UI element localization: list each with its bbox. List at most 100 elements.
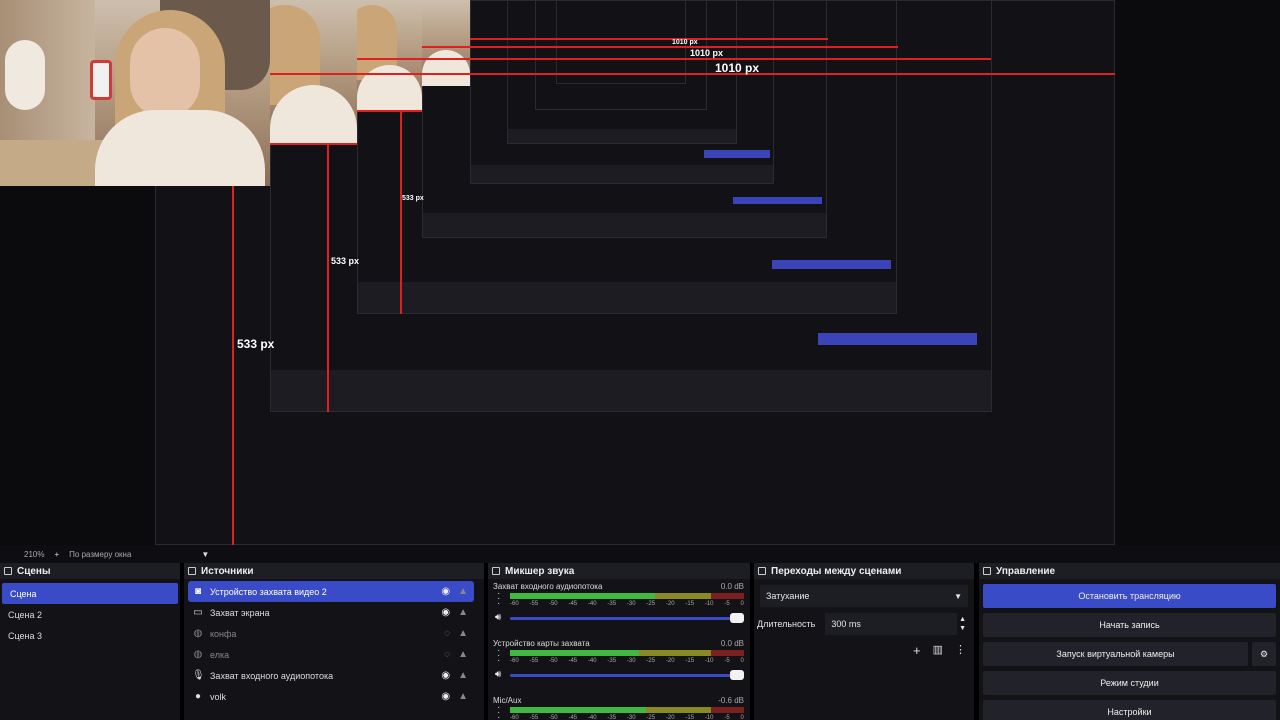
studio-mode-button[interactable]: Режим студии (983, 671, 1276, 695)
meter-tick: -5 (724, 658, 730, 664)
more-menu-icon[interactable]: ⋮ (955, 643, 966, 658)
lock-icon[interactable]: ▲ (458, 670, 468, 681)
lock-icon[interactable]: ▲ (458, 628, 468, 639)
dock-icon (983, 567, 991, 575)
eye-hidden-icon[interactable]: ◌ (444, 649, 450, 660)
transitions-title: Переходы между сценами (771, 565, 902, 577)
meter-tick: -45 (568, 658, 578, 664)
channel-menu-icon[interactable]: · · · (497, 646, 500, 666)
spinner-icon[interactable]: ▲ ▼ (959, 615, 966, 633)
scene-transitions-dock: Переходы между сценами Затухание ▼ Длите… (754, 563, 974, 720)
duration-value: 300 ms (831, 619, 861, 629)
meter-tick: -45 (568, 715, 578, 720)
channel-db: 0.0 dB (720, 639, 744, 648)
volume-slider[interactable] (510, 670, 744, 680)
lock-icon[interactable]: ▲ (458, 607, 468, 618)
meter-tick: -15 (685, 601, 695, 607)
eye-icon[interactable]: ◉ (441, 691, 450, 702)
meter-tick: -20 (665, 658, 675, 664)
nested-window-8 (556, 0, 686, 84)
transition-select[interactable]: Затухание ▼ (760, 585, 968, 607)
start-virtual-camera-button[interactable]: Запуск виртуальной камеры (983, 642, 1248, 666)
channel-menu-icon[interactable]: · · · (497, 703, 500, 720)
controls-title: Управление (996, 565, 1056, 577)
dock-icon (492, 567, 500, 575)
mixer-channel: Устройство карты захвата 0.0 dB · · · -60 -… (488, 636, 750, 693)
meter-tick: 0 (740, 601, 744, 607)
stop-stream-button[interactable]: Остановить трансляцию (983, 584, 1276, 608)
meter-scale: -60 -55 -50 -45 -40 -35 -30 -25 -20 -15 -10 -5 0 (510, 658, 744, 664)
mixer-channel: Mic/Aux -0.6 dB · · · -60 -55 -50 -45 -40 -35 -3… (488, 693, 750, 720)
eye-hidden-icon[interactable]: ◌ (444, 628, 450, 639)
source-item[interactable]: ● volk ◉ ▲ (188, 686, 474, 707)
channel-menu-icon[interactable]: · · · (497, 589, 500, 609)
meter-tick: -20 (665, 601, 675, 607)
meter-tick: -50 (548, 715, 558, 720)
plus-icon[interactable]: + (54, 550, 59, 559)
channel-name: Устройство карты захвата (493, 639, 590, 648)
meter-tick: -60 (510, 658, 519, 664)
measure-label-height-2: 533 px (331, 256, 360, 266)
meter-tick: -40 (587, 715, 597, 720)
lock-icon[interactable]: ▲ (458, 649, 468, 660)
meter-tick: -5 (724, 715, 730, 720)
scene-item[interactable]: Сцена 3 (0, 625, 180, 646)
fit-to-window[interactable]: По размеру окна (69, 550, 131, 559)
meter-tick: -5 (724, 601, 730, 607)
measure-label-width-3: 1010 px (672, 39, 698, 46)
eye-icon[interactable]: ◉ (441, 670, 450, 681)
dock-icon (188, 567, 196, 575)
meter-tick: -10 (704, 715, 714, 720)
meter-tick: -40 (587, 658, 597, 664)
chevron-down-icon: ▼ (954, 591, 962, 601)
lock-icon[interactable]: ▲ (458, 586, 468, 597)
start-recording-button[interactable]: Начать запись (983, 613, 1276, 637)
source-item[interactable]: ◍ конфа ◌ ▲ (188, 623, 474, 644)
speaker-icon[interactable]: 🔊︎ (495, 669, 501, 680)
volume-slider[interactable] (510, 613, 744, 623)
duration-input[interactable]: 300 ms (825, 613, 958, 635)
scenes-title: Сцены (17, 565, 51, 577)
camera-icon: ◙ (194, 586, 202, 597)
scene-item[interactable]: Сцена (2, 583, 178, 604)
source-item[interactable]: ◙ Устройство захвата видео 2 ◉ ▲ (188, 581, 474, 602)
mixer-channel: Захват входного аудиопотока 0.0 dB · · · -… (488, 579, 750, 636)
volume-slider-handle[interactable] (730, 613, 744, 623)
settings-button[interactable]: Настройки (983, 700, 1276, 720)
meter-tick: -25 (646, 601, 656, 607)
chevron-down-icon[interactable]: ▼ (201, 550, 209, 559)
meter-tick: -40 (587, 601, 597, 607)
lock-icon[interactable]: ▲ (458, 691, 468, 702)
level-meter (510, 650, 744, 656)
trash-icon[interactable]: ▥ (933, 643, 943, 658)
controls-dock: Управление Остановить трансляцию Начать … (979, 563, 1280, 720)
zoom-level[interactable]: 210% (24, 550, 44, 559)
eye-icon[interactable]: ◉ (441, 586, 450, 597)
add-transition-button[interactable]: + (913, 643, 921, 658)
scene-label: Сцена (10, 588, 37, 599)
source-label: елка (210, 649, 230, 660)
duration-row: Длительность 300 ms ▲ ▼ (754, 613, 974, 635)
source-item[interactable]: ◍ елка ◌ ▲ (188, 644, 474, 665)
channel-db: -0.6 dB (718, 696, 744, 705)
monitor-icon: ▭ (193, 607, 203, 618)
audio-mixer-dock: Микшер звука Захват входного аудиопотока… (488, 563, 750, 720)
meter-tick: -30 (626, 715, 636, 720)
source-label: Устройство захвата видео 2 (210, 586, 327, 597)
gear-icon[interactable]: ⚙ (1252, 642, 1276, 666)
source-item[interactable]: ▭ Захват экрана ◉ ▲ (188, 602, 474, 623)
measure-label-height-1: 533 px (237, 337, 275, 351)
volume-slider-handle[interactable] (730, 670, 744, 680)
meter-tick: -15 (685, 658, 695, 664)
preview-canvas[interactable]: 1010 px 1010 px 1010 px 533 px 533 px 53… (0, 0, 1280, 545)
meter-tick: -55 (529, 601, 539, 607)
duration-label: Длительность (757, 619, 816, 629)
level-meter (510, 593, 744, 599)
speaker-icon[interactable]: 🔊︎ (495, 612, 501, 623)
source-item[interactable]: 🎙︎ Захват входного аудиопотока ◉ ▲ (188, 665, 474, 686)
scene-item[interactable]: Сцена 2 (0, 604, 180, 625)
eye-icon[interactable]: ◉ (441, 607, 450, 618)
meter-tick: -25 (646, 658, 656, 664)
channel-name: Mic/Aux (493, 696, 522, 705)
meter-tick: -35 (607, 715, 617, 720)
